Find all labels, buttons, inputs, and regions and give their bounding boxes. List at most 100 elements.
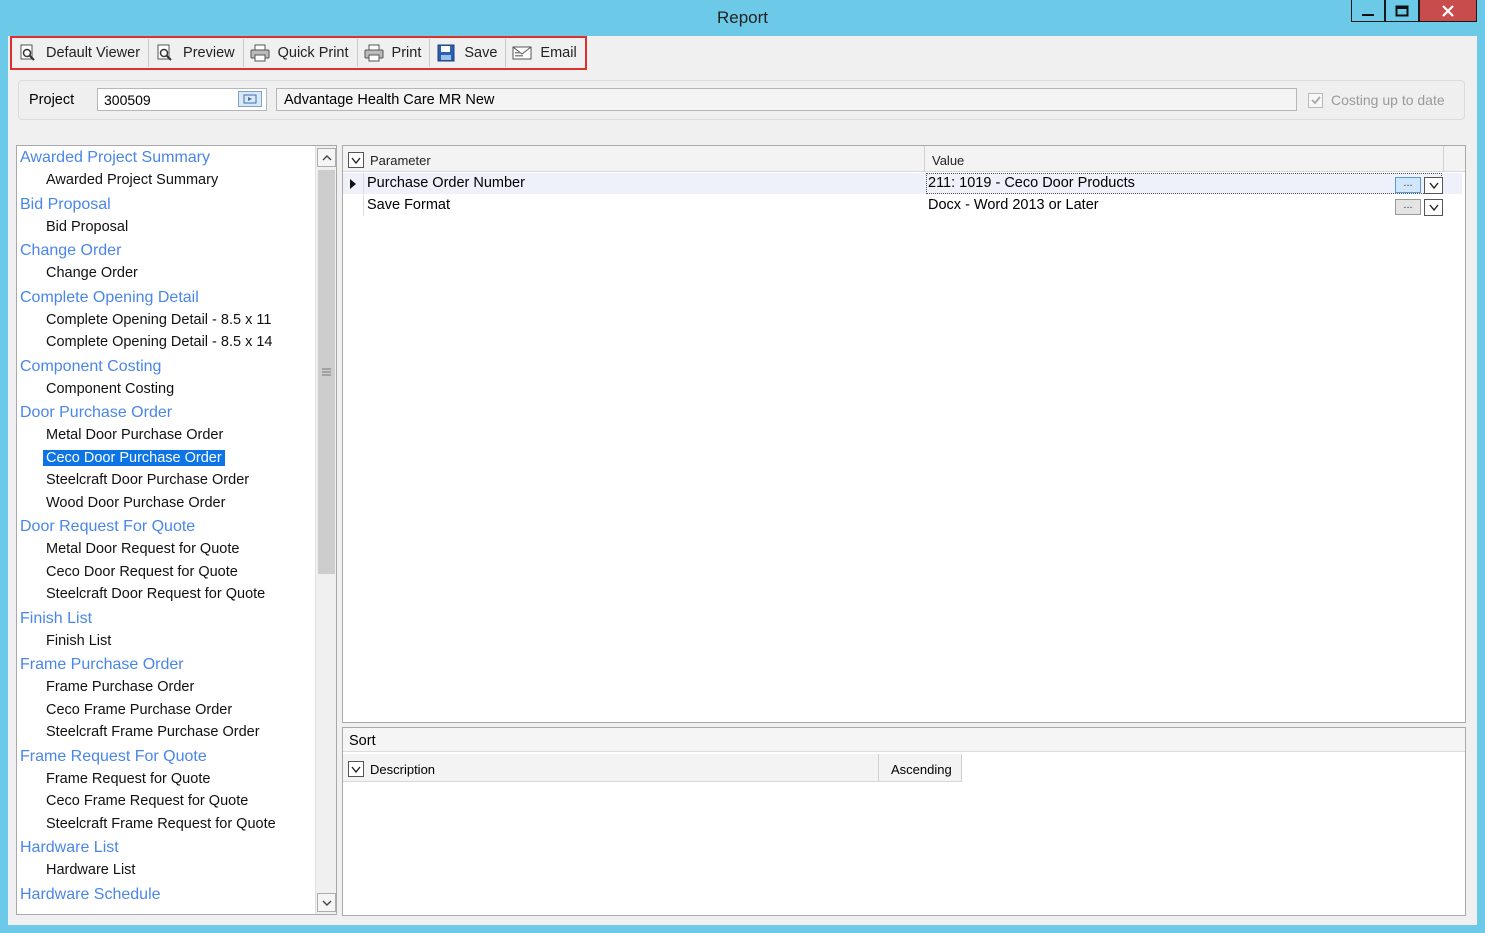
tree-group-header[interactable]: Change Order xyxy=(20,242,121,260)
tree-item[interactable]: Awarded Project Summary xyxy=(43,172,221,188)
tree-group-header[interactable]: Door Purchase Order xyxy=(20,404,172,422)
report-tree: Awarded Project Summary Awarded Project S… xyxy=(16,145,337,915)
email-label: Email xyxy=(540,45,577,61)
scroll-thumb[interactable] xyxy=(318,170,335,574)
maximize-icon xyxy=(1395,5,1409,16)
row-indicator xyxy=(343,173,364,194)
save-button[interactable]: Save xyxy=(430,39,507,67)
printer-icon xyxy=(250,44,270,62)
parameter-grid-header: Parameter Value xyxy=(343,146,1465,172)
description-column-header[interactable]: Description xyxy=(370,762,435,777)
project-description-value: Advantage Health Care MR New xyxy=(284,92,495,108)
tree-group-header[interactable]: Component Costing xyxy=(20,358,161,376)
project-description-field: Advantage Health Care MR New xyxy=(276,88,1297,111)
tree-item[interactable]: Hardware List xyxy=(43,862,138,878)
title-bar: Report xyxy=(0,0,1485,36)
tree-scrollbar[interactable] xyxy=(315,146,336,914)
tree-item[interactable]: Steelcraft Frame Purchase Order xyxy=(43,724,263,740)
tree-item[interactable]: Ceco Frame Request for Quote xyxy=(43,793,251,809)
scroll-down-button[interactable] xyxy=(317,893,336,912)
sort-title: Sort xyxy=(343,728,1465,752)
quick-print-label: Quick Print xyxy=(277,45,349,61)
sort-column-chooser-button[interactable] xyxy=(348,761,364,777)
tree-group-header[interactable]: Complete Opening Detail xyxy=(20,289,199,307)
chevron-down-icon xyxy=(351,766,361,773)
tree-group-header[interactable]: Awarded Project Summary xyxy=(20,149,210,167)
parameter-column-header[interactable]: Parameter xyxy=(370,153,431,168)
print-button[interactable]: Print xyxy=(358,39,431,67)
value-cell[interactable]: Docx - Word 2013 or Later xyxy=(928,197,1099,213)
default-viewer-label: Default Viewer xyxy=(46,45,141,61)
tree-item[interactable]: Complete Opening Detail - 8.5 x 14 xyxy=(43,334,276,350)
tree-group-header[interactable]: Frame Purchase Order xyxy=(20,656,184,674)
tree-group-header[interactable]: Frame Request For Quote xyxy=(20,748,207,766)
ellipsis-button[interactable]: ... xyxy=(1395,199,1421,215)
current-row-arrow-icon xyxy=(350,178,356,189)
parameter-name-cell: Save Format xyxy=(367,197,450,213)
tree-item[interactable]: Frame Request for Quote xyxy=(43,771,213,787)
preview-button[interactable]: Preview xyxy=(149,39,244,67)
value-dropdown-button[interactable] xyxy=(1424,177,1443,194)
tree-group-header[interactable]: Hardware List xyxy=(20,839,119,857)
window-title: Report xyxy=(716,8,769,27)
value-column-header[interactable]: Value xyxy=(932,153,964,168)
minimize-icon xyxy=(1362,13,1374,16)
chevron-down-icon xyxy=(322,900,331,906)
tree-item-selected[interactable]: Ceco Door Purchase Order xyxy=(43,449,225,466)
tree-item[interactable]: Component Costing xyxy=(43,381,177,397)
table-row[interactable]: Purchase Order Number 211: 1019 - Ceco D… xyxy=(343,173,1462,194)
scroll-up-button[interactable] xyxy=(317,148,336,167)
chevron-down-icon xyxy=(1428,182,1439,189)
tree-group-header[interactable]: Bid Proposal xyxy=(20,196,111,214)
parameter-grid: Parameter Value Purchase Order Number 21… xyxy=(342,145,1466,723)
costing-checkbox[interactable]: Costing up to date xyxy=(1308,92,1445,108)
tree-item[interactable]: Metal Door Purchase Order xyxy=(43,427,226,443)
parameter-name-cell: Purchase Order Number xyxy=(367,175,525,191)
table-row[interactable]: Save Format Docx - Word 2013 or Later ..… xyxy=(343,195,1462,216)
sort-grid-header: Description Ascending xyxy=(343,754,962,782)
chevron-up-icon xyxy=(322,154,331,160)
tree-item[interactable]: Frame Purchase Order xyxy=(43,679,197,695)
value-cell[interactable]: 211: 1019 - Ceco Door Products xyxy=(928,175,1135,191)
tree-item[interactable]: Ceco Frame Purchase Order xyxy=(43,702,235,718)
project-panel: Project 300509 Advantage Health Care MR … xyxy=(18,80,1465,120)
tree-item[interactable]: Wood Door Purchase Order xyxy=(43,495,228,511)
close-button[interactable] xyxy=(1419,0,1477,22)
tree-group-header[interactable]: Hardware Schedule xyxy=(20,886,161,904)
ellipsis-button[interactable]: ... xyxy=(1395,177,1421,193)
tree-item[interactable]: Finish List xyxy=(43,633,114,649)
minimize-button[interactable] xyxy=(1351,0,1385,22)
preview-icon xyxy=(155,44,175,62)
grip-icon xyxy=(322,368,331,376)
ascending-column-header[interactable]: Ascending xyxy=(891,762,952,777)
project-lookup-button[interactable] xyxy=(238,91,262,107)
envelope-icon xyxy=(512,44,532,62)
printer-icon xyxy=(364,44,384,62)
print-label: Print xyxy=(391,45,422,61)
value-dropdown-button[interactable] xyxy=(1424,199,1443,216)
floppy-disk-icon xyxy=(436,44,456,62)
magnifier-page-icon xyxy=(18,44,38,62)
tree-group-header[interactable]: Finish List xyxy=(20,610,92,628)
chevron-down-icon xyxy=(1428,204,1439,211)
costing-label: Costing up to date xyxy=(1331,92,1445,108)
lookup-icon xyxy=(243,94,257,104)
email-button[interactable]: Email xyxy=(506,39,584,67)
preview-label: Preview xyxy=(183,45,235,61)
tree-item[interactable]: Change Order xyxy=(43,265,141,281)
default-viewer-button[interactable]: Default Viewer xyxy=(12,39,150,67)
maximize-button[interactable] xyxy=(1385,0,1419,22)
tree-group-header[interactable]: Door Request For Quote xyxy=(20,518,195,536)
tree-item[interactable]: Ceco Door Request for Quote xyxy=(43,564,241,580)
tree-item[interactable]: Steelcraft Frame Request for Quote xyxy=(43,816,279,832)
report-window-client: Default Viewer Preview Quick Print Print… xyxy=(8,36,1477,925)
quick-print-button[interactable]: Quick Print xyxy=(244,39,358,67)
tree-item[interactable]: Steelcraft Door Request for Quote xyxy=(43,586,268,602)
tree-item[interactable]: Steelcraft Door Purchase Order xyxy=(43,472,252,488)
column-chooser-button[interactable] xyxy=(348,152,364,168)
save-label: Save xyxy=(464,45,498,61)
tree-item[interactable]: Metal Door Request for Quote xyxy=(43,541,242,557)
tree-item[interactable]: Bid Proposal xyxy=(43,219,131,235)
tree-item[interactable]: Complete Opening Detail - 8.5 x 11 xyxy=(43,312,274,328)
close-icon xyxy=(1442,4,1454,17)
